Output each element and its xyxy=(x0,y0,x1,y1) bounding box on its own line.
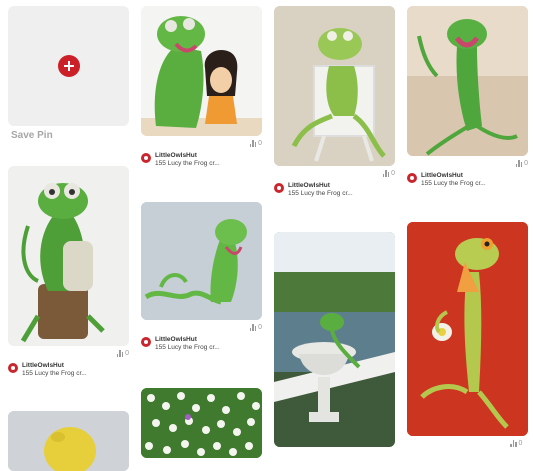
pin-description: 155 Lucy the Frog cr... xyxy=(288,190,353,197)
stats-icon xyxy=(510,440,517,447)
owner-avatar[interactable] xyxy=(407,173,417,183)
owner-avatar[interactable] xyxy=(141,337,151,347)
pin-image-frog-teacup[interactable] xyxy=(407,222,528,436)
owner-avatar[interactable] xyxy=(141,153,151,163)
repin-count: 0 xyxy=(249,324,262,331)
pin-image-frog-doll[interactable] xyxy=(141,6,262,136)
pin-owner[interactable]: LittleOwlsHut xyxy=(155,336,197,343)
pin-owner[interactable]: LittleOwlsHut xyxy=(155,152,197,159)
repin-count: 0 xyxy=(249,140,262,147)
pin-description: 155 Lucy the Frog cr... xyxy=(155,160,220,167)
stats-icon xyxy=(382,170,390,177)
owner-avatar[interactable] xyxy=(8,363,18,373)
pin-image-frog-lying[interactable] xyxy=(141,202,262,320)
save-pin-tile[interactable] xyxy=(8,6,129,126)
pin-image-frog-stump[interactable] xyxy=(8,166,129,346)
pin-owner[interactable]: LittleOwlsHut xyxy=(421,172,463,179)
plus-icon[interactable] xyxy=(57,55,80,77)
pin-meta: 0 LittleOwlsHut 155 Lucy the Frog cr... xyxy=(274,170,395,210)
pin-image-frog-urn[interactable] xyxy=(274,232,395,447)
pin-owner[interactable]: LittleOwlsHut xyxy=(22,362,64,369)
pin-image-frog-sofa[interactable] xyxy=(407,6,528,156)
pin-image-daisies[interactable] xyxy=(141,388,262,458)
pin-image-frog-chair[interactable] xyxy=(274,6,395,166)
pin-meta: 0 LittleOwlsHut 155 Lucy the Frog cr... xyxy=(407,160,528,200)
save-pin-label: Save Pin xyxy=(11,130,53,141)
repin-count: 0 xyxy=(510,440,522,447)
pin-description: 155 Lucy the Frog cr... xyxy=(421,180,486,187)
pin-image-yellow-toy[interactable] xyxy=(8,411,129,471)
stats-icon xyxy=(116,350,124,357)
pin-description: 155 Lucy the Frog cr... xyxy=(22,370,87,377)
pin-description: 155 Lucy the Frog cr... xyxy=(155,344,220,351)
pin-meta: 0 LittleOwlsHut 155 Lucy the Frog cr... xyxy=(8,350,129,390)
owner-avatar[interactable] xyxy=(274,183,284,193)
repin-count: 0 xyxy=(382,170,395,177)
stats-icon xyxy=(249,140,257,147)
pin-owner[interactable]: LittleOwlsHut xyxy=(288,182,330,189)
stats-icon xyxy=(249,324,257,331)
pin-meta: 0 LittleOwlsHut 155 Lucy the Frog cr... xyxy=(141,324,262,364)
pin-meta: 0 LittleOwlsHut 155 Lucy the Frog cr... xyxy=(141,140,262,180)
repin-count: 0 xyxy=(515,160,528,167)
stats-icon xyxy=(515,160,523,167)
repin-count: 0 xyxy=(116,350,129,357)
